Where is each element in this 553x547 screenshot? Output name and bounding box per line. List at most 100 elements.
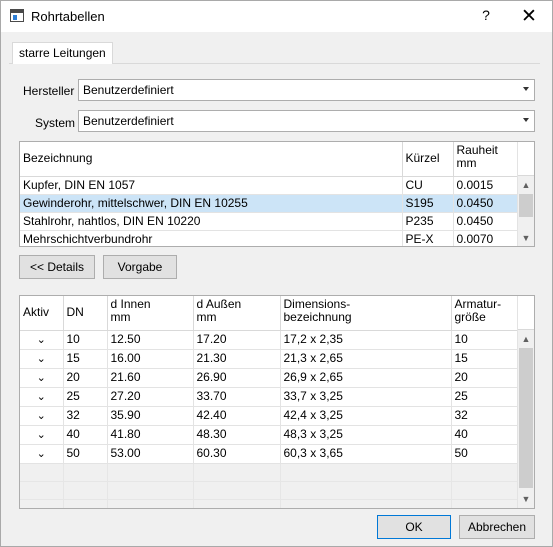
aktiv-checkbox[interactable]: ⌄	[20, 368, 64, 388]
col-header-dn[interactable]: DN	[63, 296, 108, 331]
col-header-d-aussen[interactable]: d Außen mm	[193, 296, 281, 331]
size-cell-designation: 33,7 x 3,25	[280, 387, 452, 407]
scroll-thumb[interactable]	[519, 348, 533, 488]
close-icon[interactable]: ✕	[513, 4, 545, 30]
empty-cell	[63, 499, 108, 508]
size-row[interactable]: ⌄ 10 12.50 17.20 17,2 x 2,35 10	[20, 330, 519, 350]
size-cell-designation: 17,2 x 2,35	[280, 330, 452, 350]
size-cell-d_outer: 21.30	[193, 349, 281, 369]
empty-cell	[280, 481, 452, 500]
checkmark-icon: ⌄	[36, 390, 46, 403]
col-header-bezeichnung[interactable]: Bezeichnung	[20, 142, 403, 177]
empty-row	[20, 499, 519, 508]
empty-cell	[280, 499, 452, 508]
empty-row	[20, 481, 519, 500]
material-cell-name: Kupfer, DIN EN 1057	[20, 176, 403, 195]
scroll-up-icon[interactable]: ▲	[518, 331, 534, 347]
empty-cell	[107, 481, 194, 500]
empty-cell	[280, 463, 452, 482]
aktiv-checkbox[interactable]: ⌄	[20, 406, 64, 426]
aktiv-checkbox[interactable]: ⌄	[20, 387, 64, 407]
scroll-down-icon[interactable]: ▼	[518, 230, 534, 246]
material-cell-roughness: 0.0015	[453, 176, 519, 195]
size-row[interactable]: ⌄ 25 27.20 33.70 33,7 x 3,25 25	[20, 387, 519, 407]
size-cell-fitting: 50	[451, 444, 519, 464]
scroll-down-icon[interactable]: ▼	[518, 491, 534, 507]
material-row[interactable]: Stahlrohr, nahtlos, DIN EN 10220 P235 0.04…	[20, 212, 519, 231]
col-header-d-innen[interactable]: d Innen mm	[107, 296, 194, 331]
size-cell-d_inner: 21.60	[107, 368, 194, 388]
empty-row	[20, 463, 519, 482]
empty-cell	[451, 463, 519, 482]
size-cell-fitting: 32	[451, 406, 519, 426]
col-header-kuerzel[interactable]: Kürzel	[402, 142, 454, 177]
material-cell-name: Mehrschichtverbundrohr	[20, 230, 403, 246]
size-cell-d_outer: 33.70	[193, 387, 281, 407]
empty-cell	[20, 499, 64, 508]
material-cell-code: P235	[402, 212, 454, 231]
col-header-aktiv[interactable]: Aktiv	[20, 296, 64, 331]
size-cell-dn: 25	[63, 387, 108, 407]
material-cell-code: S195	[402, 194, 454, 213]
scroll-up-icon[interactable]: ▲	[518, 177, 534, 193]
aktiv-checkbox[interactable]: ⌄	[20, 330, 64, 350]
tab-strip: starre Leitungen	[9, 42, 540, 64]
size-row[interactable]: ⌄ 50 53.00 60.30 60,3 x 3,65 50	[20, 444, 519, 464]
details-button[interactable]: << Details	[19, 255, 95, 279]
empty-cell	[193, 481, 281, 500]
size-cell-fitting: 15	[451, 349, 519, 369]
help-button[interactable]: ?	[474, 7, 498, 27]
materials-table: Bezeichnung Kürzel Rauheit mm Kupfer, DI…	[19, 141, 535, 247]
sizes-scrollbar[interactable]: ▲ ▼	[517, 296, 534, 508]
system-label: System	[35, 116, 76, 130]
material-row[interactable]: Gewinderohr, mittelschwer, DIN EN 10255 S…	[20, 194, 519, 213]
cancel-button[interactable]: Abbrechen	[459, 515, 535, 539]
empty-cell	[193, 463, 281, 482]
size-cell-d_inner: 27.20	[107, 387, 194, 407]
size-cell-d_outer: 17.20	[193, 330, 281, 350]
window-title: Rohrtabellen	[31, 9, 105, 24]
empty-cell	[20, 463, 64, 482]
size-cell-dn: 10	[63, 330, 108, 350]
size-row[interactable]: ⌄ 15 16.00 21.30 21,3 x 2,65 15	[20, 349, 519, 369]
col-header-armaturgroesse[interactable]: Armatur- größe	[451, 296, 519, 331]
system-value: Benutzerdefiniert	[83, 114, 174, 128]
material-cell-roughness: 0.0450	[453, 194, 519, 213]
hersteller-select[interactable]: Benutzerdefiniert	[78, 79, 535, 101]
size-cell-d_inner: 35.90	[107, 406, 194, 426]
size-row[interactable]: ⌄ 20 21.60 26.90 26,9 x 2,65 20	[20, 368, 519, 388]
aktiv-checkbox[interactable]: ⌄	[20, 349, 64, 369]
size-row[interactable]: ⌄ 40 41.80 48.30 48,3 x 3,25 40	[20, 425, 519, 445]
tab-starre-leitungen[interactable]: starre Leitungen	[12, 42, 113, 64]
checkmark-icon: ⌄	[36, 409, 46, 422]
size-cell-d_outer: 42.40	[193, 406, 281, 426]
size-row[interactable]: ⌄ 32 35.90 42.40 42,4 x 3,25 32	[20, 406, 519, 426]
col-header-dimensionsbezeichnung[interactable]: Dimensions- bezeichnung	[280, 296, 452, 331]
empty-cell	[63, 463, 108, 482]
empty-cell	[451, 481, 519, 500]
material-cell-roughness: 0.0070	[453, 230, 519, 246]
size-cell-dn: 40	[63, 425, 108, 445]
size-cell-d_inner: 53.00	[107, 444, 194, 464]
aktiv-checkbox[interactable]: ⌄	[20, 444, 64, 464]
checkmark-icon: ⌄	[36, 371, 46, 384]
material-row[interactable]: Kupfer, DIN EN 1057 CU 0.0015	[20, 176, 519, 195]
materials-scrollbar[interactable]: ▲ ▼	[517, 142, 534, 246]
col-header-rauheit[interactable]: Rauheit mm	[453, 142, 519, 177]
size-cell-d_inner: 12.50	[107, 330, 194, 350]
size-cell-dn: 32	[63, 406, 108, 426]
size-cell-designation: 42,4 x 3,25	[280, 406, 452, 426]
material-cell-code: CU	[402, 176, 454, 195]
system-select[interactable]: Benutzerdefiniert	[78, 110, 535, 132]
chevron-down-icon	[523, 118, 529, 122]
size-cell-designation: 60,3 x 3,65	[280, 444, 452, 464]
material-row[interactable]: Mehrschichtverbundrohr PE-X 0.0070	[20, 230, 519, 246]
size-cell-designation: 26,9 x 2,65	[280, 368, 452, 388]
vorgabe-button[interactable]: Vorgabe	[103, 255, 177, 279]
aktiv-checkbox[interactable]: ⌄	[20, 425, 64, 445]
size-cell-d_outer: 60.30	[193, 444, 281, 464]
title-bar: Rohrtabellen ? ✕	[1, 1, 552, 32]
ok-button[interactable]: OK	[377, 515, 451, 539]
scroll-thumb[interactable]	[519, 194, 533, 217]
checkmark-icon: ⌄	[36, 428, 46, 441]
